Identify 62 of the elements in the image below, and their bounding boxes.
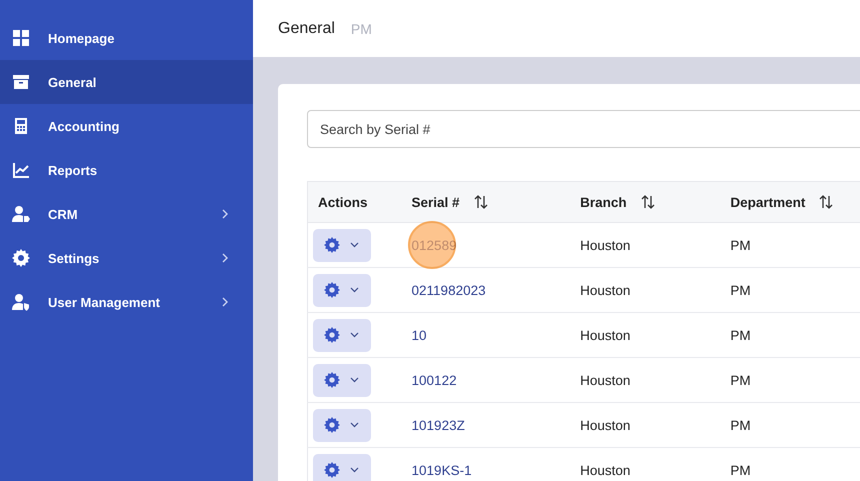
sidebar-item[interactable]: Accounting (0, 104, 253, 148)
settings-icon (324, 237, 340, 253)
serial-link[interactable]: 101923Z (412, 418, 465, 432)
branch-text: Houston (580, 418, 630, 432)
sidebar-item[interactable]: User Management (0, 280, 253, 324)
column-header: Actions (318, 194, 368, 210)
sidebar-item[interactable]: CRM (0, 192, 253, 236)
branch-text: Houston (580, 328, 630, 342)
actions-dropdown-button[interactable] (313, 228, 371, 262)
settings-icon (324, 462, 340, 478)
sort-icon[interactable] (640, 195, 655, 209)
actions-dropdown-button[interactable] (313, 274, 371, 306)
chevron-right-icon (221, 297, 229, 307)
sidebar-item[interactable]: General (0, 60, 253, 104)
user-tag-icon (12, 205, 30, 223)
department-text: PM (730, 328, 751, 342)
chevron-down-icon (350, 377, 359, 383)
branch-text: Houston (580, 462, 630, 478)
actions-dropdown-button[interactable] (313, 364, 371, 396)
actions-dropdown-button[interactable] (313, 454, 371, 481)
serial-link[interactable]: 100122 (412, 372, 457, 388)
serial-link[interactable]: 0211982023 (412, 282, 486, 298)
settings-icon (324, 327, 340, 343)
user-shield-icon (12, 293, 30, 311)
sidebar-item[interactable]: Settings (0, 236, 253, 280)
calculator-icon (12, 117, 30, 135)
grid-icon (12, 29, 30, 47)
column-header[interactable]: Serial # (412, 194, 460, 210)
serial-link[interactable]: 1019KS-1 (412, 462, 472, 478)
settings-icon (324, 372, 340, 388)
column-header[interactable]: Branch (580, 194, 627, 210)
settings-icon (324, 282, 340, 298)
branch-text: Houston (580, 372, 630, 388)
chevron-down-icon (350, 467, 359, 473)
sort-icon[interactable] (819, 195, 834, 209)
serial-link[interactable]: 10 (412, 328, 427, 342)
chevron-right-icon (221, 209, 229, 219)
chevron-right-icon (221, 253, 229, 263)
sidebar-item[interactable]: Reports (0, 148, 253, 192)
department-text: PM (730, 462, 751, 478)
settings-icon (12, 249, 30, 267)
chevron-down-icon (350, 422, 359, 428)
sort-icon[interactable] (474, 195, 488, 209)
department-text: PM (730, 418, 751, 432)
line-chart-icon (12, 161, 30, 179)
branch-text: Houston (580, 282, 630, 298)
chevron-down-icon (350, 242, 359, 248)
chevron-down-icon (350, 287, 359, 293)
column-header[interactable]: Department (730, 194, 806, 210)
department-text: PM (730, 238, 751, 252)
department-text: PM (730, 372, 751, 388)
settings-icon (324, 417, 340, 433)
actions-dropdown-button[interactable] (313, 318, 371, 352)
department-text: PM (730, 282, 751, 298)
page-title: General (278, 20, 335, 38)
branch-text: Houston (580, 238, 630, 252)
archive-box-icon (12, 73, 30, 91)
actions-dropdown-button[interactable] (313, 408, 371, 442)
breadcrumb-subtitle: PM (350, 20, 372, 36)
search-field[interactable]: Search by Serial # (307, 110, 860, 148)
sidebar-item[interactable]: Homepage (0, 16, 253, 60)
chevron-down-icon (350, 332, 359, 338)
